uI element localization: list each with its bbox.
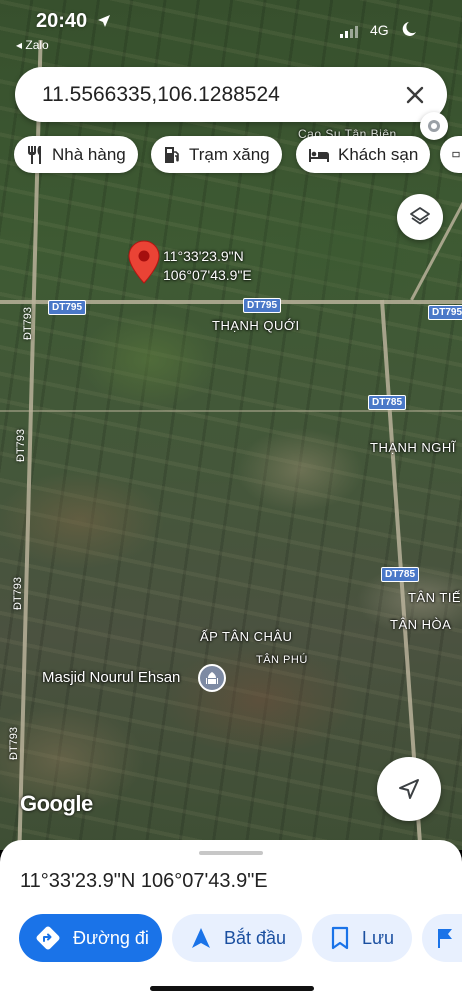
road-shield: DT785	[381, 567, 420, 582]
road-secondary	[0, 410, 462, 412]
location-pin-icon[interactable]	[128, 240, 160, 284]
home-indicator	[150, 986, 314, 991]
directions-icon	[36, 926, 60, 950]
close-icon	[406, 86, 424, 104]
road-shield: DT785	[368, 395, 407, 410]
poi-label-masjid[interactable]: Masjid Nourul Ehsan	[42, 669, 180, 686]
place-label: TÂN PHÚ	[256, 654, 308, 666]
place-title: 11°33'23.9"N 106°07'43.9"E	[20, 870, 268, 892]
signal-icon	[340, 26, 358, 38]
restaurant-icon	[28, 145, 41, 164]
status-time: 20:40	[36, 10, 88, 32]
search-input[interactable]: 11.5566335,106.1288524	[42, 83, 280, 107]
pin-latitude: 11°33'23.9"N	[163, 248, 244, 264]
search-bar[interactable]: 11.5566335,106.1288524	[15, 67, 447, 122]
chip-label: Trạm xăng	[189, 144, 270, 164]
flag-icon	[438, 929, 452, 948]
hotel-icon	[309, 148, 329, 162]
save-label: Lưu	[362, 927, 395, 948]
road-shield: DT795	[48, 300, 87, 315]
navigation-arrow-icon	[399, 779, 419, 799]
gas-station-icon	[165, 146, 179, 163]
road-label: ĐT793	[8, 726, 20, 760]
compass-button[interactable]	[420, 112, 448, 140]
network-type: 4G	[370, 22, 389, 38]
pin-longitude: 106°07'43.9"E	[163, 267, 252, 283]
layers-icon	[410, 207, 430, 225]
share-button[interactable]	[422, 914, 462, 962]
my-location-button[interactable]	[377, 757, 441, 821]
status-bar: 20:40 ◂ Zalo 4G	[0, 0, 462, 52]
compass-icon	[428, 120, 440, 132]
start-button[interactable]: Bắt đầu	[172, 914, 302, 962]
more-category-icon	[452, 151, 460, 157]
start-label: Bắt đầu	[224, 927, 287, 948]
chip-restaurants[interactable]: Nhà hàng	[14, 136, 138, 173]
clear-search-button[interactable]	[395, 75, 435, 115]
place-label: TÂN TIẾ	[408, 590, 462, 605]
back-to-app-link[interactable]: ◂ Zalo	[16, 38, 49, 52]
chip-label: Khách sạn	[338, 144, 419, 164]
sheet-drag-handle[interactable]	[199, 851, 263, 855]
chip-label: Nhà hàng	[52, 144, 126, 164]
place-label: ẤP TÂN CHÂU	[200, 629, 293, 644]
road-label: ĐT793	[15, 428, 27, 462]
road-shield: DT795	[428, 305, 462, 320]
google-logo: Google	[20, 791, 93, 816]
layers-button[interactable]	[397, 194, 443, 240]
location-arrow-icon	[98, 15, 110, 27]
place-label: THẠNH NGHĨ	[370, 440, 456, 455]
place-label: THẠNH QUỚI	[212, 318, 300, 333]
chip-hotels[interactable]: Khách sạn	[296, 136, 431, 173]
satellite-map[interactable]: DT795 DT795 DT795 DT785 DT785 ĐT793 ĐT79…	[0, 0, 462, 850]
place-label: TÂN HÒA	[390, 617, 452, 632]
navigation-arrow-icon	[192, 928, 210, 948]
road-label: ĐT793	[22, 306, 34, 340]
road-label: ĐT793	[12, 576, 24, 610]
mosque-icon[interactable]	[198, 664, 226, 692]
road-shield: DT795	[243, 298, 282, 313]
pin-coordinates-label: 11°33'23.9"N 106°07'43.9"E	[163, 247, 252, 285]
chip-gas-stations[interactable]: Trạm xăng	[151, 136, 282, 173]
bookmark-icon	[331, 926, 349, 950]
save-button[interactable]: Lưu	[312, 914, 412, 962]
battery-moon-icon	[402, 22, 416, 36]
directions-button[interactable]: Đường đi	[19, 914, 162, 962]
directions-label: Đường đi	[73, 927, 149, 948]
